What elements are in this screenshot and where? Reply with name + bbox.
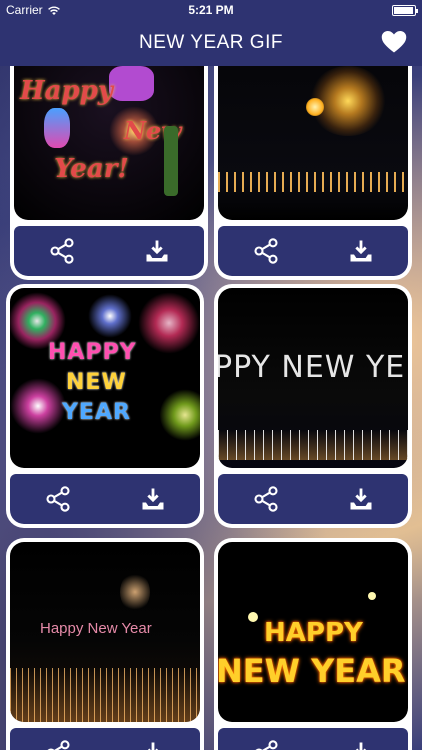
gif-image[interactable]: Happy New Year xyxy=(10,542,200,722)
gif-image[interactable]: PPY NEW YE xyxy=(218,288,408,468)
share-button[interactable] xyxy=(251,236,281,266)
download-button[interactable] xyxy=(138,484,168,514)
gif-card[interactable] xyxy=(214,66,412,280)
download-icon xyxy=(350,488,371,510)
download-icon xyxy=(350,240,371,262)
download-button[interactable] xyxy=(138,738,168,750)
firework xyxy=(88,294,132,338)
share-button[interactable] xyxy=(43,484,73,514)
city-lights xyxy=(218,172,408,192)
card-actions xyxy=(218,474,408,524)
gif-text: Happy New Year xyxy=(40,620,152,637)
download-button[interactable] xyxy=(346,236,376,266)
share-button[interactable] xyxy=(47,236,77,266)
download-button[interactable] xyxy=(346,738,376,750)
card-actions xyxy=(218,226,408,276)
share-button[interactable] xyxy=(251,484,281,514)
battery-icon xyxy=(392,4,418,16)
status-bar: Carrier 5:21 PM xyxy=(0,0,422,20)
gif-image[interactable]: HAPPY NEW YEAR xyxy=(218,542,408,722)
gif-text: HAPPY xyxy=(48,340,137,365)
city-lights xyxy=(10,668,200,722)
share-button[interactable] xyxy=(43,738,73,750)
share-icon xyxy=(255,740,278,750)
party-hat xyxy=(109,66,154,101)
gif-text: NEW YEAR xyxy=(218,652,406,690)
card-actions xyxy=(14,226,204,276)
gif-text: Happy xyxy=(20,76,113,106)
share-icon xyxy=(45,486,70,512)
share-button[interactable] xyxy=(251,738,281,750)
card-actions xyxy=(218,728,408,750)
gif-card[interactable]: Happy New Year! xyxy=(10,66,208,280)
champagne-bottle xyxy=(164,126,178,196)
share-icon xyxy=(253,238,278,264)
sparkle xyxy=(248,612,258,622)
download-icon xyxy=(142,488,163,510)
gif-card[interactable]: HAPPY NEW YEAR xyxy=(214,538,412,750)
gif-text: NEW xyxy=(66,370,127,395)
favorites-button[interactable] xyxy=(380,28,408,56)
page-title: NEW YEAR GIF xyxy=(139,32,283,53)
download-button[interactable] xyxy=(142,236,172,266)
nav-bar: NEW YEAR GIF xyxy=(0,20,422,66)
firework xyxy=(138,292,200,354)
share-icon xyxy=(49,238,74,264)
firework xyxy=(160,388,200,442)
gif-card[interactable]: Happy New Year xyxy=(6,538,204,750)
gif-image[interactable]: HAPPY NEW YEAR xyxy=(10,288,200,468)
download-icon xyxy=(355,742,366,750)
download-button[interactable] xyxy=(346,484,376,514)
gif-text: HAPPY xyxy=(264,618,363,648)
gif-image[interactable]: Happy New Year! xyxy=(14,66,204,220)
gif-card[interactable]: HAPPY NEW YEAR xyxy=(6,284,204,528)
gif-image[interactable] xyxy=(218,66,408,220)
party-hat xyxy=(44,108,70,148)
status-time: 5:21 PM xyxy=(188,3,234,17)
wifi-icon xyxy=(47,6,60,15)
sparkle xyxy=(368,592,376,600)
card-actions xyxy=(10,728,200,750)
carrier-label: Carrier xyxy=(6,3,43,17)
gif-text: Year! xyxy=(54,154,129,184)
firework xyxy=(10,378,66,434)
firework xyxy=(120,572,150,612)
share-icon xyxy=(253,486,278,512)
download-icon xyxy=(146,240,167,262)
share-icon xyxy=(47,740,70,750)
city-lights xyxy=(218,430,408,460)
firework xyxy=(306,98,324,116)
heart-icon xyxy=(381,31,407,53)
gif-card[interactable]: PPY NEW YE xyxy=(214,284,412,528)
gif-text: PPY NEW YE xyxy=(218,350,406,385)
download-icon xyxy=(147,742,158,750)
gif-grid: Happy New Year! HAPPY NEW YEAR PPY NEW Y… xyxy=(0,66,422,750)
card-actions xyxy=(10,474,200,524)
gif-text: YEAR xyxy=(62,400,131,425)
